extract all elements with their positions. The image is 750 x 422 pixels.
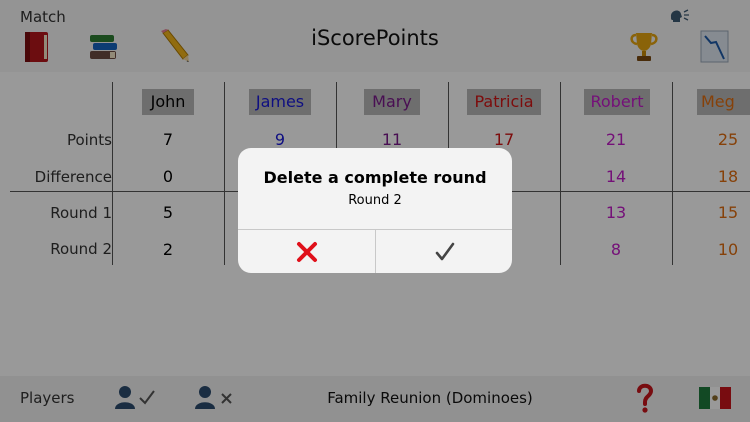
confirm-button[interactable]	[376, 230, 512, 273]
checkmark-icon	[435, 242, 454, 260]
dialog-title: Delete a complete round	[263, 168, 487, 187]
close-icon	[296, 241, 317, 262]
delete-round-dialog: Delete a complete round Round 2	[238, 148, 512, 273]
dialog-message: Round 2	[348, 193, 402, 208]
cancel-button[interactable]	[238, 230, 375, 273]
app-root: Match iScorePoints Points Difference Rou…	[0, 0, 750, 422]
